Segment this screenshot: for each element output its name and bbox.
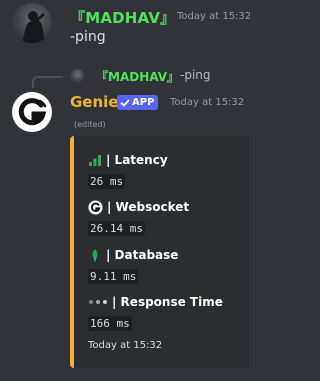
message-content: -ping — [70, 29, 106, 45]
embed-card: | Latency 26 ms | Websocket 26.14 ms | D… — [70, 136, 249, 368]
message-username[interactable]: 『MADHAV』 — [70, 7, 175, 28]
bot-avatar[interactable] — [12, 92, 52, 132]
embed-field-websocket: | Websocket 26.14 ms — [88, 199, 189, 236]
reply-username[interactable]: 『MADHAV』 — [96, 68, 179, 85]
embed-field-value: 26 ms — [88, 174, 126, 189]
embed-field-latency: | Latency 26 ms — [88, 152, 168, 189]
embed-field-value: 166 ms — [88, 316, 132, 331]
message-timestamp: Today at 15:32 — [177, 11, 252, 22]
embed-footer-timestamp: Today at 15:32 — [88, 340, 163, 351]
mongodb-leaf-icon — [92, 249, 98, 262]
app-badge-label: APP — [132, 97, 155, 108]
reply-avatar — [70, 69, 84, 83]
signal-bars-icon — [89, 155, 101, 166]
genie-logo-icon — [88, 199, 103, 215]
bot-timestamp: Today at 15:32 — [170, 97, 245, 108]
edited-label: (edited) — [74, 120, 106, 129]
embed-field-title: | Response Time — [112, 295, 223, 309]
checkmark-icon — [120, 99, 130, 106]
user-avatar[interactable] — [12, 3, 52, 43]
embed-field-value: 26.14 ms — [88, 221, 145, 236]
reply-content[interactable]: -ping — [180, 68, 211, 82]
reply-spine — [32, 76, 63, 88]
bot-username[interactable]: Genie — [70, 93, 118, 111]
app-badge: APP — [117, 95, 159, 110]
embed-field-title: | Latency — [106, 153, 168, 167]
loading-dots-icon — [89, 300, 107, 304]
embed-field-value: 9.11 ms — [88, 269, 139, 284]
embed-field-title: | Websocket — [107, 200, 190, 214]
embed-field-database: | Database 9.11 ms — [88, 247, 178, 284]
embed-field-response-time: | Response Time 166 ms — [88, 294, 223, 331]
embed-field-title: | Database — [106, 248, 179, 262]
